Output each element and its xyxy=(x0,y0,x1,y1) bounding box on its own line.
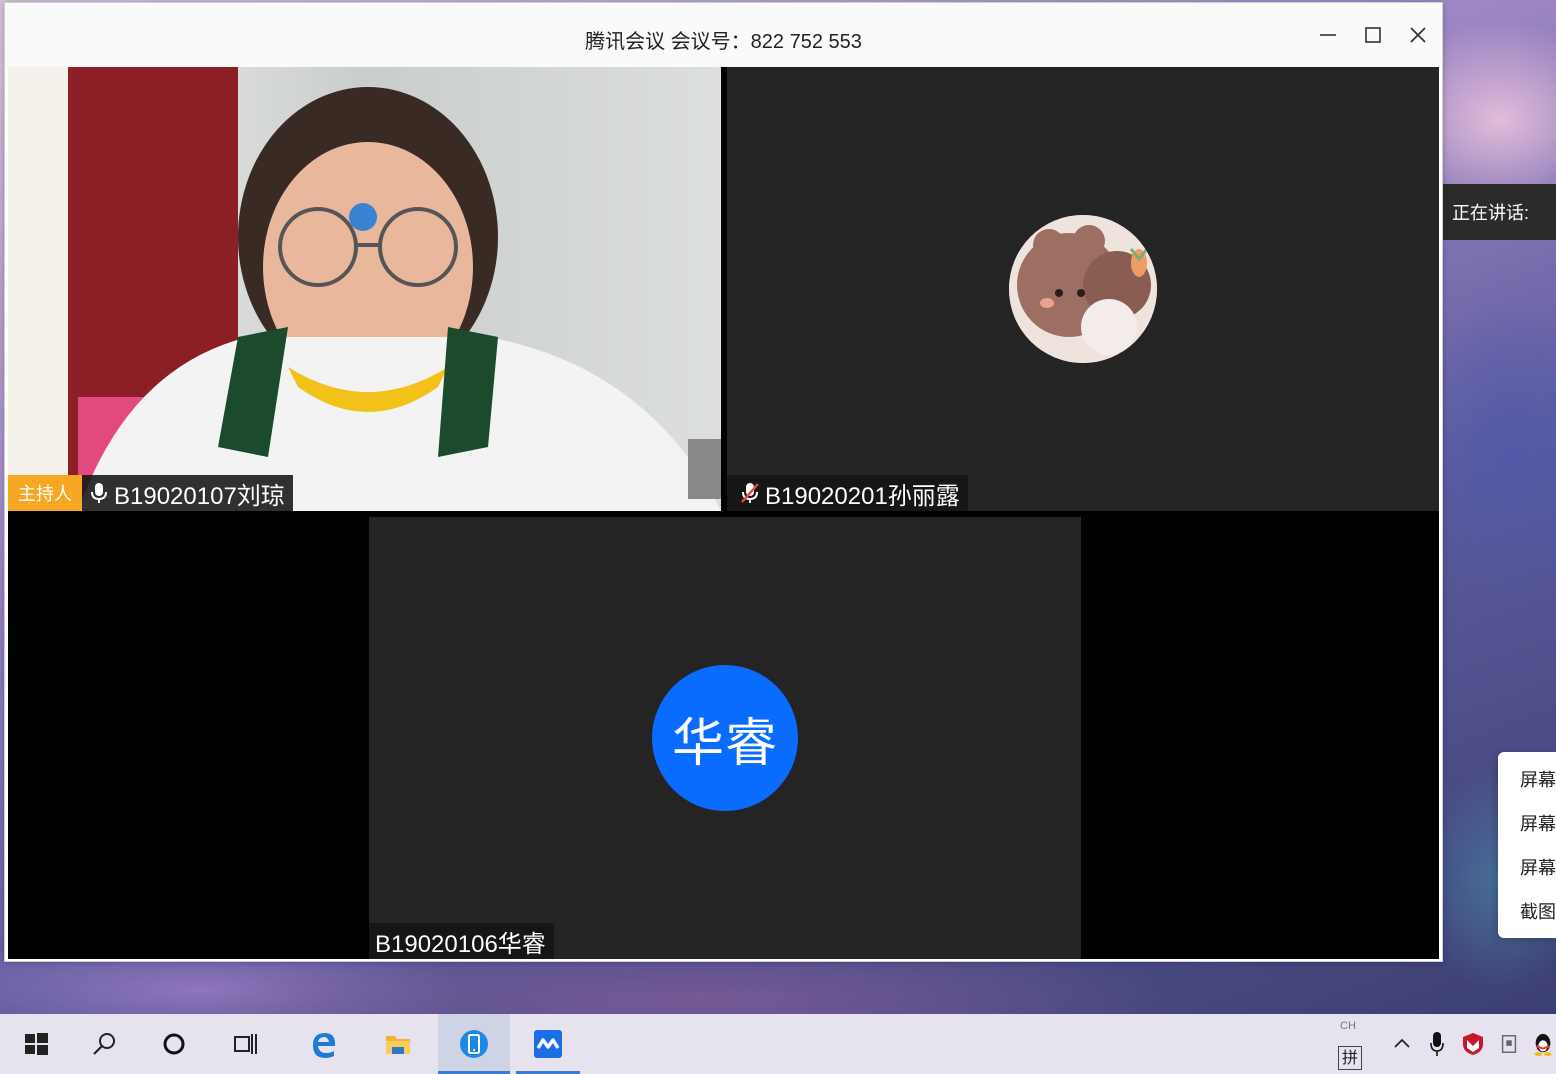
video-grid: 主持人 B19020107刘琼 B19020201孙丽露 华睿 B1902010… xyxy=(8,67,1439,959)
phone-app-button[interactable] xyxy=(438,1014,510,1074)
cortana-button[interactable] xyxy=(138,1014,210,1074)
minimize-icon xyxy=(1320,34,1336,36)
tencent-meeting-icon xyxy=(534,1030,562,1058)
usb-drive-icon xyxy=(1501,1035,1517,1053)
camera-feed xyxy=(8,67,721,511)
window-title: 腾讯会议 会议号：822 752 553 xyxy=(585,31,862,53)
security-tray-button[interactable] xyxy=(1458,1014,1488,1074)
edge-browser-button[interactable] xyxy=(288,1014,360,1074)
cartoon-bear-avatar xyxy=(1009,215,1157,363)
search-icon xyxy=(93,1033,115,1055)
tencent-meeting-button[interactable] xyxy=(512,1014,584,1074)
show-hidden-icons-button[interactable] xyxy=(1386,1014,1418,1074)
minimize-button[interactable] xyxy=(1310,17,1346,53)
mcafee-shield-icon xyxy=(1463,1033,1483,1055)
participant-name-tag: B19020201孙丽露 xyxy=(727,475,968,511)
participant-name-tag: B19020106华睿 xyxy=(369,923,554,959)
qq-penguin-icon xyxy=(1534,1033,1552,1056)
video-tile-participant-3[interactable]: 华睿 B19020106华睿 xyxy=(369,517,1081,959)
menu-item-screen-2[interactable]: 屏幕 xyxy=(1498,810,1556,854)
task-view-button[interactable] xyxy=(210,1014,282,1074)
chevron-up-icon xyxy=(1394,1038,1410,1048)
file-explorer-button[interactable] xyxy=(362,1014,434,1074)
menu-item-screen-1[interactable]: 屏幕 xyxy=(1498,766,1556,810)
speaking-label: 正在讲话: xyxy=(1452,203,1530,223)
participant-name: B19020201孙丽露 xyxy=(765,482,960,510)
title-bar[interactable]: 腾讯会议 会议号：822 752 553 xyxy=(5,3,1442,67)
device-tray-button[interactable] xyxy=(1494,1014,1524,1074)
cortana-icon xyxy=(163,1033,185,1055)
taskbar: CH 拼 xyxy=(0,1014,1556,1074)
tablet-icon xyxy=(460,1030,488,1058)
windows-icon xyxy=(25,1033,48,1055)
menu-item-screen-3[interactable]: 屏幕 xyxy=(1498,854,1556,898)
close-icon xyxy=(1410,27,1426,43)
host-badge: 主持人 xyxy=(8,475,82,511)
qq-tray-button[interactable] xyxy=(1530,1014,1556,1074)
close-button[interactable] xyxy=(1400,17,1436,53)
participant-name: B19020106华睿 xyxy=(375,930,546,958)
mic-icon xyxy=(86,480,112,506)
participant-name-tag: 主持人 B19020107刘琼 xyxy=(8,475,293,511)
ime-mode-indicator[interactable]: CH xyxy=(1340,1020,1356,1032)
microphone-icon xyxy=(1430,1032,1444,1056)
participant-name: B19020107刘琼 xyxy=(114,482,285,510)
meeting-window: 腾讯会议 会议号：822 752 553 主持人 B19020107刘琼 B19… xyxy=(4,2,1443,962)
maximize-icon xyxy=(1365,27,1381,43)
edge-icon xyxy=(313,1033,336,1058)
video-tile-host[interactable]: 主持人 B19020107刘琼 xyxy=(8,67,721,511)
ime-pinyin-indicator[interactable]: 拼 xyxy=(1338,1046,1362,1070)
screenshot-menu: 屏幕 屏幕 屏幕 截图 xyxy=(1498,752,1556,938)
task-view-icon xyxy=(234,1034,257,1054)
text-avatar: 华睿 xyxy=(652,665,798,811)
maximize-button[interactable] xyxy=(1355,17,1391,53)
menu-item-screenshot[interactable]: 截图 xyxy=(1498,898,1556,942)
folder-icon xyxy=(386,1036,410,1054)
mic-muted-icon xyxy=(737,480,763,506)
video-tile-participant-2[interactable]: B19020201孙丽露 xyxy=(727,67,1439,511)
search-button[interactable] xyxy=(68,1014,140,1074)
start-button[interactable] xyxy=(0,1014,72,1074)
speaking-indicator: 正在讲话: xyxy=(1434,184,1556,240)
microphone-tray-button[interactable] xyxy=(1424,1014,1450,1074)
